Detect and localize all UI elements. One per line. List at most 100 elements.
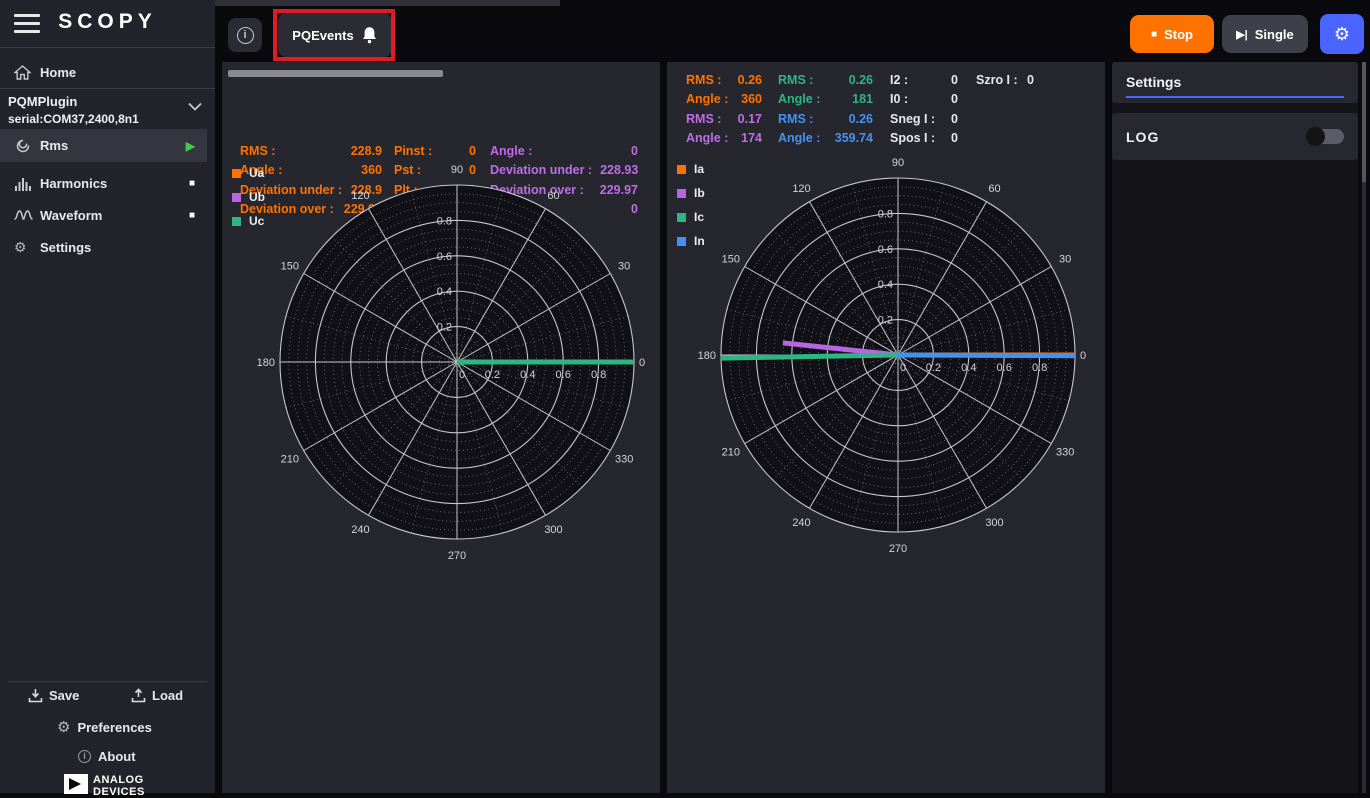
brand-line1: ANALOG [93,774,145,786]
preferences-button[interactable]: ⚙ Preferences [57,718,152,736]
svg-text:0: 0 [459,369,465,381]
stats-horizontal-scrollbar[interactable] [228,70,443,77]
sidebar-item-label: Rms [40,138,68,153]
stat-row: I0 :0 [890,90,958,110]
stat-row: RMS :0.26 [778,109,873,129]
info-icon: i [78,750,91,763]
settings-title: Settings [1126,74,1181,90]
svg-text:240: 240 [351,524,369,536]
save-button[interactable]: Save [28,688,79,703]
svg-text:0.6: 0.6 [878,244,893,256]
svg-text:270: 270 [889,543,907,555]
svg-text:0.4: 0.4 [878,279,893,291]
svg-text:150: 150 [722,254,740,266]
plugin-name: PQMPlugin [8,94,208,109]
info-button[interactable]: i [228,18,262,52]
current-polar-chart: 03060901201501802102402703003300.20.40.6… [678,145,1118,565]
preferences-label: Preferences [77,720,151,735]
single-button[interactable]: ▶| Single [1222,15,1308,53]
analog-devices-logo: ANALOG DEVICES [64,774,145,798]
stat-row: Sneg I :0 [890,109,958,129]
svg-text:30: 30 [618,261,630,273]
svg-text:300: 300 [544,524,562,536]
sidebar: SCOPY Home PQMPlugin serial:COM37,2400,8… [0,0,215,793]
svg-text:0: 0 [639,357,645,369]
svg-text:0.2: 0.2 [437,322,452,334]
waveform-icon [14,207,40,223]
svg-text:300: 300 [985,517,1003,529]
stat-row: RMS :0.17 [686,109,762,129]
upload-icon [131,688,146,703]
sidebar-item-harmonics[interactable]: Harmonics ■ [0,168,207,198]
stat-row: I2 :0 [890,70,958,90]
harmonics-icon [14,176,40,191]
brand-line2: DEVICES [93,786,145,798]
gear-icon: ⚙ [57,718,70,736]
top-strip [215,0,560,6]
rms-icon [14,137,40,155]
sidebar-item-home[interactable]: Home [0,57,207,87]
sidebar-item-settings[interactable]: ⚙ Settings [0,232,207,262]
divider [8,681,207,682]
divider [0,88,215,89]
log-label: LOG [1126,129,1159,145]
svg-text:210: 210 [722,447,740,459]
svg-text:120: 120 [351,190,369,202]
stopped-indicator-icon[interactable]: ■ [189,178,195,189]
svg-text:60: 60 [988,183,1000,195]
svg-text:240: 240 [792,517,810,529]
settings-underline [1126,96,1344,98]
stat-row: RMS :0.26 [686,70,762,90]
stat-row: RMS :0.26 [778,70,873,90]
current-stats-col-3: I2 :0I0 :0Sneg I :0Spos I :0 [890,70,958,148]
stop-button[interactable]: ■ Stop [1130,15,1214,53]
svg-text:180: 180 [257,357,275,369]
voltage-panel: RMS :228.9Angle :360Deviation under :228… [222,62,660,793]
about-button[interactable]: i About [78,749,136,764]
svg-text:0.2: 0.2 [926,362,941,374]
chevron-down-icon[interactable] [188,98,202,116]
sidebar-item-label: Harmonics [40,176,107,191]
annotation-highlight-box [273,9,395,61]
svg-text:0.6: 0.6 [437,251,452,263]
sidebar-item-rms[interactable]: Rms ▶ [0,129,207,162]
download-icon [28,688,43,703]
plugin-serial: serial:COM37,2400,8n1 [8,112,208,126]
about-label: About [98,749,136,764]
svg-text:270: 270 [448,550,466,562]
svg-text:60: 60 [547,190,559,202]
home-icon [14,65,40,80]
svg-text:0.4: 0.4 [520,369,535,381]
scopy-logo: SCOPY [0,10,215,34]
adi-triangle-icon [64,774,88,794]
svg-text:0.8: 0.8 [878,208,893,220]
stop-icon: ■ [1151,29,1157,40]
log-toggle-knob [1306,127,1325,146]
divider [0,47,215,48]
current-panel: RMS :0.26Angle :360RMS :0.17Angle :174 R… [667,62,1105,793]
sidebar-item-label: Settings [40,240,91,255]
sidebar-item-label: Waveform [40,208,102,223]
svg-text:90: 90 [451,164,463,176]
svg-text:330: 330 [615,454,633,466]
settings-gear-button[interactable]: ⚙ [1320,14,1364,54]
svg-text:90: 90 [892,157,904,169]
plugin-header[interactable]: PQMPlugin serial:COM37,2400,8n1 [8,94,208,126]
svg-text:330: 330 [1056,447,1074,459]
stopped-indicator-icon[interactable]: ■ [189,210,195,221]
settings-vertical-scrollbar[interactable] [1362,62,1366,793]
load-label: Load [152,688,183,703]
gear-icon: ⚙ [14,239,40,256]
svg-text:0: 0 [1080,350,1086,362]
svg-text:30: 30 [1059,254,1071,266]
sidebar-item-label: Home [40,65,76,80]
load-button[interactable]: Load [131,688,183,703]
info-icon: i [237,27,254,44]
running-indicator-icon[interactable]: ▶ [186,139,195,153]
log-toggle[interactable] [1308,129,1344,144]
single-label: Single [1255,27,1294,42]
svg-text:0.4: 0.4 [961,362,976,374]
settings-header-card[interactable]: Settings [1112,62,1358,103]
sidebar-item-waveform[interactable]: Waveform ■ [0,200,207,230]
stop-label: Stop [1164,27,1193,42]
